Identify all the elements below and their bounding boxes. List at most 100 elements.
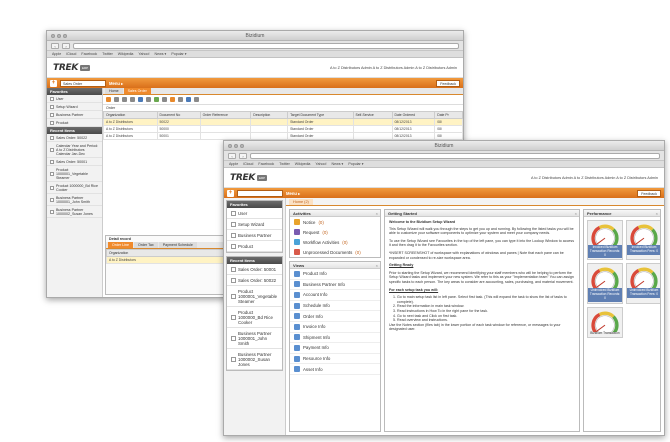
zoom-across-icon[interactable]	[186, 97, 191, 102]
checkbox-icon[interactable]	[50, 209, 54, 214]
detail-tab[interactable]: Order Line	[108, 242, 133, 248]
detail-tab[interactable]: Payment Schedule	[158, 242, 197, 248]
favorite-item[interactable]: Product	[47, 119, 102, 127]
checkbox-icon[interactable]	[50, 197, 54, 202]
recent-item[interactable]: Sales Order: 50022	[47, 134, 102, 142]
url-input[interactable]	[73, 42, 459, 49]
recent-item[interactable]: Sales Order: 50001	[227, 264, 282, 275]
checkbox-icon[interactable]	[50, 135, 54, 140]
attachment-icon[interactable]	[154, 97, 159, 102]
table-row[interactable]: A to Z Distributors 50000 Standard Order 08…	[103, 125, 463, 133]
view-item[interactable]: Asset Info	[290, 364, 380, 375]
checkbox-icon[interactable]	[50, 185, 54, 190]
checkbox-icon[interactable]	[231, 335, 236, 341]
menu-button[interactable]: Menu ▸	[286, 191, 300, 196]
favorite-item[interactable]: Business Partner	[227, 230, 282, 241]
feedback-button[interactable]: Feedback	[637, 189, 661, 197]
add-icon[interactable]: +	[50, 79, 57, 87]
checkbox-icon[interactable]	[231, 232, 236, 238]
refresh-icon[interactable]	[138, 97, 143, 102]
bookmark-link[interactable]: Popular ▾	[348, 162, 363, 166]
view-item[interactable]: Payment Info	[290, 343, 380, 354]
close-icon[interactable]: ×	[575, 210, 577, 217]
bookmark-link[interactable]: Apple	[229, 162, 238, 166]
checkbox-icon[interactable]	[50, 147, 54, 152]
checkbox-icon[interactable]	[231, 266, 236, 272]
bookmark-link[interactable]: Facebook	[258, 162, 274, 166]
checkbox-icon[interactable]	[231, 243, 236, 249]
recent-item[interactable]: Business Partner 1000001_John Smith	[227, 328, 282, 349]
activity-item[interactable]: Workflow Activities (0)	[290, 237, 380, 247]
copy-icon[interactable]	[122, 97, 127, 102]
view-item[interactable]: Shipment Info	[290, 333, 380, 344]
recent-item[interactable]: Sales Order: 50001	[47, 158, 102, 166]
activity-item[interactable]: Notice (0)	[290, 217, 380, 227]
forward-arrow-icon[interactable]: ›	[239, 152, 247, 159]
tab-sales-order[interactable]: Sales Order	[123, 88, 151, 94]
url-input[interactable]	[250, 152, 660, 159]
print-icon[interactable]	[178, 97, 183, 102]
recent-item[interactable]: Product 1000001_Vegetable Steamer	[47, 166, 102, 182]
favorite-item[interactable]: Product	[227, 241, 282, 252]
save-icon[interactable]	[114, 97, 119, 102]
bookmark-link[interactable]: Apple	[52, 52, 61, 56]
view-item[interactable]: Invoice Info	[290, 322, 380, 333]
favorite-item[interactable]: Business Partner	[47, 111, 102, 119]
checkbox-icon[interactable]	[50, 112, 54, 117]
favorite-item[interactable]: Setup Wizard	[47, 103, 102, 111]
bookmark-link[interactable]: iCloud	[243, 162, 253, 166]
bookmark-link[interactable]: Facebook	[81, 52, 97, 56]
table-row[interactable]: A to Z Distributors 50022 Standard Order 08…	[103, 118, 463, 126]
back-arrow-icon[interactable]: ‹	[228, 152, 236, 159]
checkbox-icon[interactable]	[231, 293, 236, 299]
recent-item[interactable]: Product 1000000_Bd Rice Cooker	[47, 182, 102, 194]
checkbox-icon[interactable]	[50, 96, 54, 101]
find-icon[interactable]	[146, 97, 151, 102]
report-icon[interactable]	[170, 97, 175, 102]
detail-tab[interactable]: Order Tax	[133, 242, 158, 248]
bookmark-link[interactable]: Wikipedia	[118, 52, 134, 56]
favorite-item[interactable]: User	[47, 95, 102, 103]
new-record-icon[interactable]	[106, 97, 111, 102]
column-header[interactable]: Target Document Type	[287, 111, 354, 119]
checkbox-icon[interactable]	[50, 104, 54, 109]
recent-item[interactable]: Business Partner 1000001_John Smith	[47, 194, 102, 206]
tab-home[interactable]: Home (2)	[289, 199, 313, 205]
view-item[interactable]: Order Info	[290, 311, 380, 322]
column-header[interactable]: Description	[250, 111, 289, 119]
column-header[interactable]: Date Ordered	[391, 111, 436, 119]
close-icon[interactable]: ×	[656, 210, 658, 217]
tab-home[interactable]: Home	[105, 88, 123, 94]
favorite-item[interactable]: User	[227, 208, 282, 219]
bookmark-link[interactable]: Twitter	[102, 52, 113, 56]
checkbox-icon[interactable]	[231, 210, 236, 216]
close-icon[interactable]: ×	[376, 262, 378, 269]
feedback-button[interactable]: Feedback	[436, 79, 460, 87]
bookmark-link[interactable]: iCloud	[66, 52, 76, 56]
bookmark-link[interactable]: News ▾	[332, 162, 344, 166]
forward-arrow-icon[interactable]: ›	[62, 42, 70, 49]
recent-item[interactable]: Product 1000000_Bd Rice Cooker	[227, 307, 282, 328]
activity-item[interactable]: Unprocessed Documents (0)	[290, 247, 380, 257]
bookmark-link[interactable]: Yahoo!	[315, 162, 326, 166]
lookup-input[interactable]	[237, 189, 283, 197]
recent-item[interactable]: Business Partner 1000002_Susan Jones	[227, 349, 282, 370]
column-header[interactable]: Self-Service	[352, 111, 393, 119]
checkbox-icon[interactable]	[231, 356, 236, 362]
view-item[interactable]: Resource Info	[290, 354, 380, 365]
history-icon[interactable]	[162, 97, 167, 102]
bookmark-link[interactable]: Twitter	[279, 162, 290, 166]
activity-item[interactable]: Request (0)	[290, 227, 380, 237]
view-item[interactable]: Account Info	[290, 290, 380, 301]
column-header[interactable]: Order Reference	[199, 111, 252, 119]
checkbox-icon[interactable]	[50, 159, 54, 164]
bookmark-link[interactable]: Popular ▾	[171, 52, 186, 56]
view-item[interactable]: Schedule Info	[290, 301, 380, 312]
add-icon[interactable]: +	[227, 189, 234, 197]
checkbox-icon[interactable]	[231, 221, 236, 227]
recent-item[interactable]: Business Partner 1000002_Susan Jones	[47, 206, 102, 218]
help-icon[interactable]	[194, 97, 199, 102]
checkbox-icon[interactable]	[50, 171, 54, 176]
lookup-input[interactable]: Sales Order	[60, 79, 106, 87]
checkbox-icon[interactable]	[231, 277, 236, 283]
